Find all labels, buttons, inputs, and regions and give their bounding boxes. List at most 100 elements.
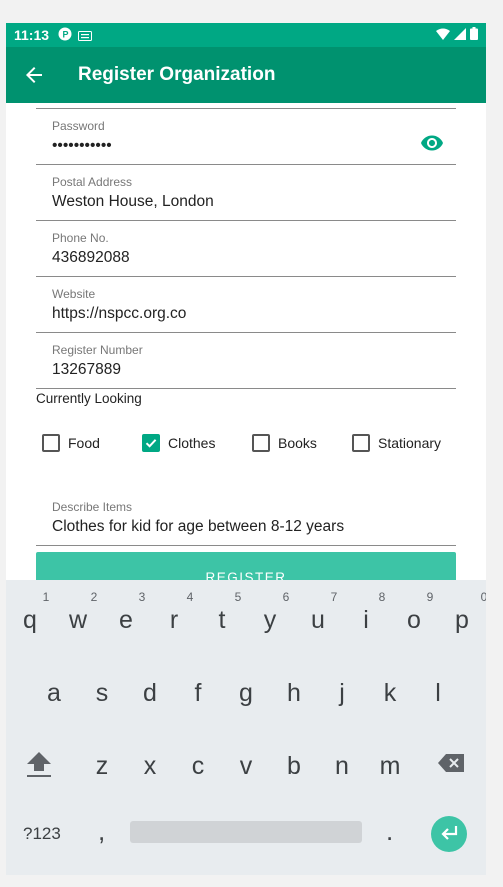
key-s[interactable]: s	[78, 661, 126, 713]
checkbox-clothes-label: Clothes	[168, 435, 216, 451]
key-p[interactable]: 0p	[438, 588, 486, 640]
phone-field[interactable]: Phone No. 436892088	[36, 221, 456, 277]
checkbox-books[interactable]: Books	[252, 434, 317, 452]
comma-key[interactable]: ,	[98, 816, 105, 847]
backspace-key[interactable]	[428, 734, 476, 786]
checkbox-box[interactable]	[42, 434, 60, 452]
register-number-label: Register Number	[52, 343, 143, 357]
checkbox-stationary[interactable]: Stationary	[352, 434, 441, 452]
looking-options: Food Clothes Books Stationary	[42, 434, 482, 456]
key-label: k	[383, 679, 397, 707]
key-t[interactable]: 5t	[198, 588, 246, 640]
key-label: l	[435, 679, 441, 707]
key-d[interactable]: d	[126, 661, 174, 713]
key-l[interactable]: l	[414, 661, 462, 713]
key-z[interactable]: z	[78, 734, 126, 786]
key-i[interactable]: 8i	[342, 588, 390, 640]
phone-screen: 11:13 P Register Organization Password •…	[6, 23, 486, 875]
key-c[interactable]: c	[174, 734, 222, 786]
keyboard-notification-icon	[78, 28, 92, 46]
key-e[interactable]: 3e	[102, 588, 150, 640]
svg-text:P: P	[63, 30, 69, 40]
key-label: v	[239, 752, 253, 780]
checkbox-box[interactable]	[352, 434, 370, 452]
key-label: c	[191, 752, 205, 780]
register-number-field[interactable]: Register Number 13267889	[36, 333, 456, 389]
password-value: •••••••••••	[52, 137, 112, 154]
key-w[interactable]: 2w	[54, 588, 102, 640]
checkbox-food-label: Food	[68, 435, 100, 451]
key-f[interactable]: f	[174, 661, 222, 713]
space-bar[interactable]	[130, 821, 362, 843]
app-bar: Register Organization	[6, 47, 486, 103]
shift-key[interactable]	[14, 734, 62, 786]
key-v[interactable]: v	[222, 734, 270, 786]
key-u[interactable]: 7u	[294, 588, 342, 640]
password-field[interactable]: Password •••••••••••	[36, 109, 456, 165]
key-label: h	[287, 679, 301, 707]
key-g[interactable]: g	[222, 661, 270, 713]
soft-keyboard: 1q 2w 3e 4r 5t 6y 7u 8i 9o 0p a s d f g …	[6, 580, 486, 875]
key-y[interactable]: 6y	[246, 588, 294, 640]
postal-address-value: Weston House, London	[52, 193, 214, 210]
checkbox-stationary-label: Stationary	[378, 435, 442, 451]
currently-looking-title: Currently Looking	[36, 391, 142, 406]
describe-items-field[interactable]: Describe Items Clothes for kid for age b…	[36, 490, 456, 546]
key-hint: 0	[480, 590, 486, 604]
visibility-eye-icon[interactable]	[420, 131, 444, 155]
key-label: n	[335, 752, 349, 780]
key-label: q	[23, 606, 37, 634]
status-time: 11:13	[14, 27, 50, 43]
key-n[interactable]: n	[318, 734, 366, 786]
checkbox-clothes[interactable]: Clothes	[142, 434, 215, 452]
status-bar: 11:13 P	[6, 23, 486, 47]
page-title: Register Organization	[78, 64, 276, 85]
checkbox-food[interactable]: Food	[42, 434, 100, 452]
key-q[interactable]: 1q	[6, 588, 54, 640]
shift-icon	[26, 750, 52, 785]
describe-items-value: Clothes for kid for age between 8-12 yea…	[52, 518, 345, 535]
website-value: https://nspcc.org.co	[52, 305, 187, 322]
key-label: z	[95, 752, 109, 780]
wifi-icon	[436, 27, 450, 45]
website-label: Website	[52, 287, 96, 301]
key-label: d	[143, 679, 157, 707]
key-x[interactable]: x	[126, 734, 174, 786]
symbols-key[interactable]: ?123	[23, 824, 61, 844]
period-key[interactable]: .	[386, 816, 393, 847]
signal-icon	[454, 27, 466, 45]
key-j[interactable]: j	[318, 661, 366, 713]
key-label: a	[47, 679, 61, 707]
key-label: s	[95, 679, 109, 707]
postal-address-label: Postal Address	[52, 175, 133, 189]
key-label: m	[379, 752, 401, 780]
phone-value: 436892088	[52, 249, 130, 266]
register-number-value: 13267889	[52, 361, 121, 378]
checkbox-box[interactable]	[252, 434, 270, 452]
checkbox-books-label: Books	[278, 435, 317, 451]
key-a[interactable]: a	[30, 661, 78, 713]
notification-app-icon: P	[58, 27, 72, 46]
key-m[interactable]: m	[366, 734, 414, 786]
key-r[interactable]: 4r	[150, 588, 198, 640]
key-label: p	[455, 606, 469, 634]
website-field[interactable]: Website https://nspcc.org.co	[36, 277, 456, 333]
key-h[interactable]: h	[270, 661, 318, 713]
key-label: o	[407, 606, 421, 634]
key-label: r	[169, 606, 179, 634]
key-label: j	[339, 679, 345, 707]
key-o[interactable]: 9o	[390, 588, 438, 640]
key-label: f	[194, 679, 202, 707]
checkbox-box-checked[interactable]	[142, 434, 160, 452]
key-b[interactable]: b	[270, 734, 318, 786]
phone-label: Phone No.	[52, 231, 109, 245]
key-k[interactable]: k	[366, 661, 414, 713]
backspace-icon	[438, 754, 464, 777]
enter-key[interactable]	[431, 816, 467, 852]
describe-items-label: Describe Items	[52, 500, 133, 514]
postal-address-field[interactable]: Postal Address Weston House, London	[36, 165, 456, 221]
key-label: x	[143, 752, 157, 780]
back-arrow-icon[interactable]	[22, 63, 46, 87]
key-label: y	[263, 606, 277, 634]
enter-icon	[439, 825, 459, 848]
